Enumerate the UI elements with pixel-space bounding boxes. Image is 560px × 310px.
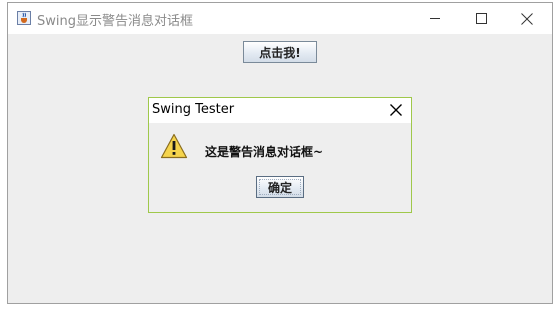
close-icon (390, 104, 402, 116)
dialog-title: Swing Tester (152, 102, 235, 117)
click-me-label: 点击我! (259, 45, 301, 60)
ok-button[interactable]: 确定 (256, 176, 304, 198)
dialog-close-button[interactable] (387, 101, 405, 119)
close-button[interactable] (504, 3, 550, 34)
minimize-icon (429, 18, 440, 19)
window-titlebar[interactable]: Swing显示警告消息对话框 (8, 3, 552, 34)
close-icon (521, 12, 533, 25)
maximize-button[interactable] (458, 3, 504, 34)
warning-icon (160, 133, 188, 159)
dialog-titlebar[interactable]: Swing Tester (149, 98, 411, 123)
click-me-button[interactable]: 点击我! (243, 41, 317, 63)
java-cup-icon (17, 11, 31, 25)
ok-label: 确定 (267, 180, 292, 195)
minimize-button[interactable] (412, 3, 458, 34)
dialog-message: 这是警告消息对话框~ (205, 145, 324, 159)
maximize-icon (475, 13, 487, 24)
window-title: Swing显示警告消息对话框 (37, 14, 193, 29)
warning-dialog: Swing Tester 这是警告消息对话框~ 确定 (148, 97, 412, 213)
